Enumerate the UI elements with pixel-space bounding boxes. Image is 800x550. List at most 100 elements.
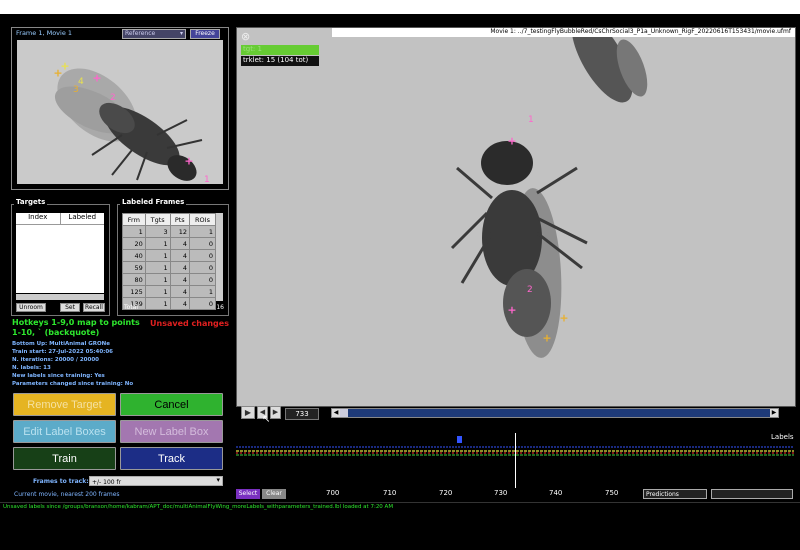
training-info-line: N. labels: 13 bbox=[12, 365, 51, 371]
ref-point-plus-3[interactable]: + bbox=[53, 68, 62, 79]
table-cell[interactable]: 0 bbox=[188, 249, 217, 262]
main-point-plus-1[interactable]: + bbox=[507, 136, 516, 147]
table-row[interactable]: 40 1 4 0 bbox=[122, 249, 217, 262]
predictions-dropdown[interactable]: Predictions bbox=[643, 489, 707, 499]
frame-number-field[interactable]: 733 bbox=[285, 408, 319, 420]
table-row[interactable]: 80 1 4 0 bbox=[122, 273, 217, 286]
training-info-line: Bottom Up: MultiAnimal GRONe bbox=[12, 341, 111, 347]
training-info: Bottom Up: MultiAnimal GRONe Train start… bbox=[12, 340, 232, 388]
table-cell[interactable]: 12 bbox=[169, 225, 190, 238]
table-cell[interactable]: 1 bbox=[144, 273, 171, 286]
timeline-extra-dropdown[interactable] bbox=[711, 489, 793, 499]
timeline-label-marker[interactable] bbox=[457, 436, 462, 443]
current-movie-text: Current movie, nearest 200 frames bbox=[14, 491, 120, 498]
table-cell[interactable]: 4 bbox=[169, 249, 190, 262]
table-cell[interactable]: 1 bbox=[144, 285, 171, 298]
tick-label: 710 bbox=[383, 489, 397, 497]
table-cell[interactable]: 4 bbox=[169, 237, 190, 250]
table-cell[interactable]: 4 bbox=[169, 297, 190, 310]
timeline-current-frame-line bbox=[515, 433, 516, 488]
table-cell[interactable]: 40 bbox=[122, 249, 146, 262]
table-cell[interactable]: 1 bbox=[144, 237, 171, 250]
tick-label: 750 bbox=[605, 489, 619, 497]
table-cell[interactable]: 0 bbox=[188, 261, 217, 274]
tick-label: 730 bbox=[494, 489, 508, 497]
table-cell[interactable]: 0 bbox=[188, 237, 217, 250]
tick-label: 720 bbox=[439, 489, 453, 497]
track-button[interactable]: Track bbox=[120, 447, 223, 470]
frame-slider-thumb[interactable] bbox=[340, 409, 348, 417]
table-cell[interactable]: 80 bbox=[122, 273, 146, 286]
training-info-line: Parameters changed since training: No bbox=[12, 381, 134, 387]
table-row[interactable]: 20 1 4 0 bbox=[122, 237, 217, 250]
frames-to-track-dropdown[interactable]: +/- 100 fr ▾ bbox=[89, 476, 223, 486]
play-button[interactable]: ▶ bbox=[241, 406, 255, 419]
reference-dropdown[interactable]: Reference ▾ bbox=[122, 29, 186, 39]
step-forward-button[interactable]: ▶ bbox=[270, 406, 281, 419]
table-row[interactable]: 59 1 4 0 bbox=[122, 261, 217, 274]
table-cell[interactable]: 20 bbox=[122, 237, 146, 250]
labeled-frames-col-pts[interactable]: Pts bbox=[169, 213, 190, 226]
labeled-frames-title: Labeled Frames bbox=[120, 198, 187, 206]
recall-button[interactable]: Recall bbox=[83, 303, 105, 312]
table-cell[interactable]: 4 bbox=[169, 285, 190, 298]
table-cell[interactable]: 1 bbox=[144, 261, 171, 274]
main-point-plus-3[interactable]: + bbox=[559, 313, 568, 324]
movie-path: Movie 1: ../7_testingFlyBubbleRed/CsChrS… bbox=[490, 28, 791, 35]
labeled-frames-col-tgts[interactable]: Tgts bbox=[144, 213, 171, 226]
ref-point-plus-1[interactable]: + bbox=[184, 156, 193, 167]
table-cell[interactable]: 1 bbox=[122, 225, 146, 238]
labeled-frames-col-frm[interactable]: Frm bbox=[122, 213, 146, 226]
ref-point-label-3: 3 bbox=[73, 85, 79, 95]
unroom-button[interactable]: Unroom bbox=[16, 303, 46, 312]
table-cell[interactable]: 0 bbox=[188, 273, 217, 286]
frame-slider-left-arrow[interactable]: ◀ bbox=[332, 409, 340, 417]
frame-slider[interactable]: ◀ ▶ bbox=[331, 408, 779, 418]
table-cell[interactable]: 0 bbox=[188, 297, 217, 310]
main-fly-image bbox=[237, 28, 795, 406]
table-cell[interactable]: 125 bbox=[122, 285, 146, 298]
frame-slider-right-arrow[interactable]: ▶ bbox=[770, 409, 778, 417]
table-cell[interactable]: 1 bbox=[188, 285, 217, 298]
table-cell[interactable]: 1 bbox=[144, 249, 171, 262]
table-cell[interactable]: 1 bbox=[144, 297, 171, 310]
ref-point-plus-2[interactable]: + bbox=[92, 73, 101, 84]
cancel-button[interactable]: Cancel bbox=[120, 393, 223, 416]
status-text: Unsaved labels since /groups/branson/hom… bbox=[3, 504, 394, 510]
labeled-frames-col-rois[interactable]: ROIs bbox=[188, 213, 217, 226]
select-button[interactable]: Select bbox=[236, 489, 260, 499]
main-view-settings-icon[interactable]: ⊗ bbox=[241, 30, 250, 43]
chevron-down-icon: ▾ bbox=[179, 30, 183, 37]
main-point-plus-2[interactable]: + bbox=[507, 305, 516, 316]
freeze-button[interactable]: Freeze bbox=[190, 29, 220, 39]
reference-title: Frame 1, Movie 1 bbox=[16, 29, 73, 37]
top-strip bbox=[0, 0, 800, 14]
labeled-frames-scrollbar[interactable] bbox=[216, 213, 223, 301]
train-button[interactable]: Train bbox=[13, 447, 116, 470]
training-info-line: Train start: 27-Jul-2022 05:40:06 bbox=[12, 349, 114, 355]
table-cell[interactable]: 4 bbox=[169, 261, 190, 274]
table-cell[interactable]: 4 bbox=[169, 273, 190, 286]
targets-table[interactable]: Index Labeled bbox=[16, 213, 104, 293]
unsaved-changes: Unsaved changes bbox=[150, 319, 229, 328]
main-point-plus-4[interactable]: + bbox=[542, 333, 551, 344]
table-row[interactable]: 1 3 12 1 bbox=[122, 225, 217, 238]
edit-label-boxes-button[interactable]: Edit Label Boxes bbox=[13, 420, 116, 443]
labels-text: Labels bbox=[771, 433, 794, 441]
movie-path-bar: Movie 1: ../7_testingFlyBubbleRed/CsChrS… bbox=[332, 28, 795, 37]
targets-scrollbar[interactable] bbox=[16, 294, 104, 300]
labeled-frames-panel: Labeled Frames Frm Tgts Pts ROIs 1 3 12 1 20 1 4 0… bbox=[117, 198, 229, 316]
table-cell[interactable]: 59 bbox=[122, 261, 146, 274]
set-button[interactable]: Set bbox=[60, 303, 80, 312]
new-label-box-button[interactable]: New Label Box bbox=[120, 420, 223, 443]
table-cell[interactable]: 1 bbox=[188, 225, 217, 238]
clear-button[interactable]: Clear bbox=[262, 489, 286, 499]
targets-col-labeled[interactable]: Labeled bbox=[61, 213, 105, 224]
table-row[interactable]: 125 1 4 1 bbox=[122, 285, 217, 298]
labeled-frames-table[interactable]: Frm Tgts Pts ROIs 1 3 12 1 20 1 4 0 40 1 4 0 59 1 4 0 80 1 4 0… bbox=[122, 213, 217, 310]
table-cell[interactable]: 3 bbox=[144, 225, 171, 238]
targets-col-index[interactable]: Index bbox=[16, 213, 61, 224]
training-info-line: N. iterations: 20000 / 20000 bbox=[12, 357, 99, 363]
remove-target-button[interactable]: Remove Target bbox=[13, 393, 116, 416]
main-view[interactable]: Movie 1: ../7_testingFlyBubbleRed/CsChrS… bbox=[236, 27, 796, 407]
